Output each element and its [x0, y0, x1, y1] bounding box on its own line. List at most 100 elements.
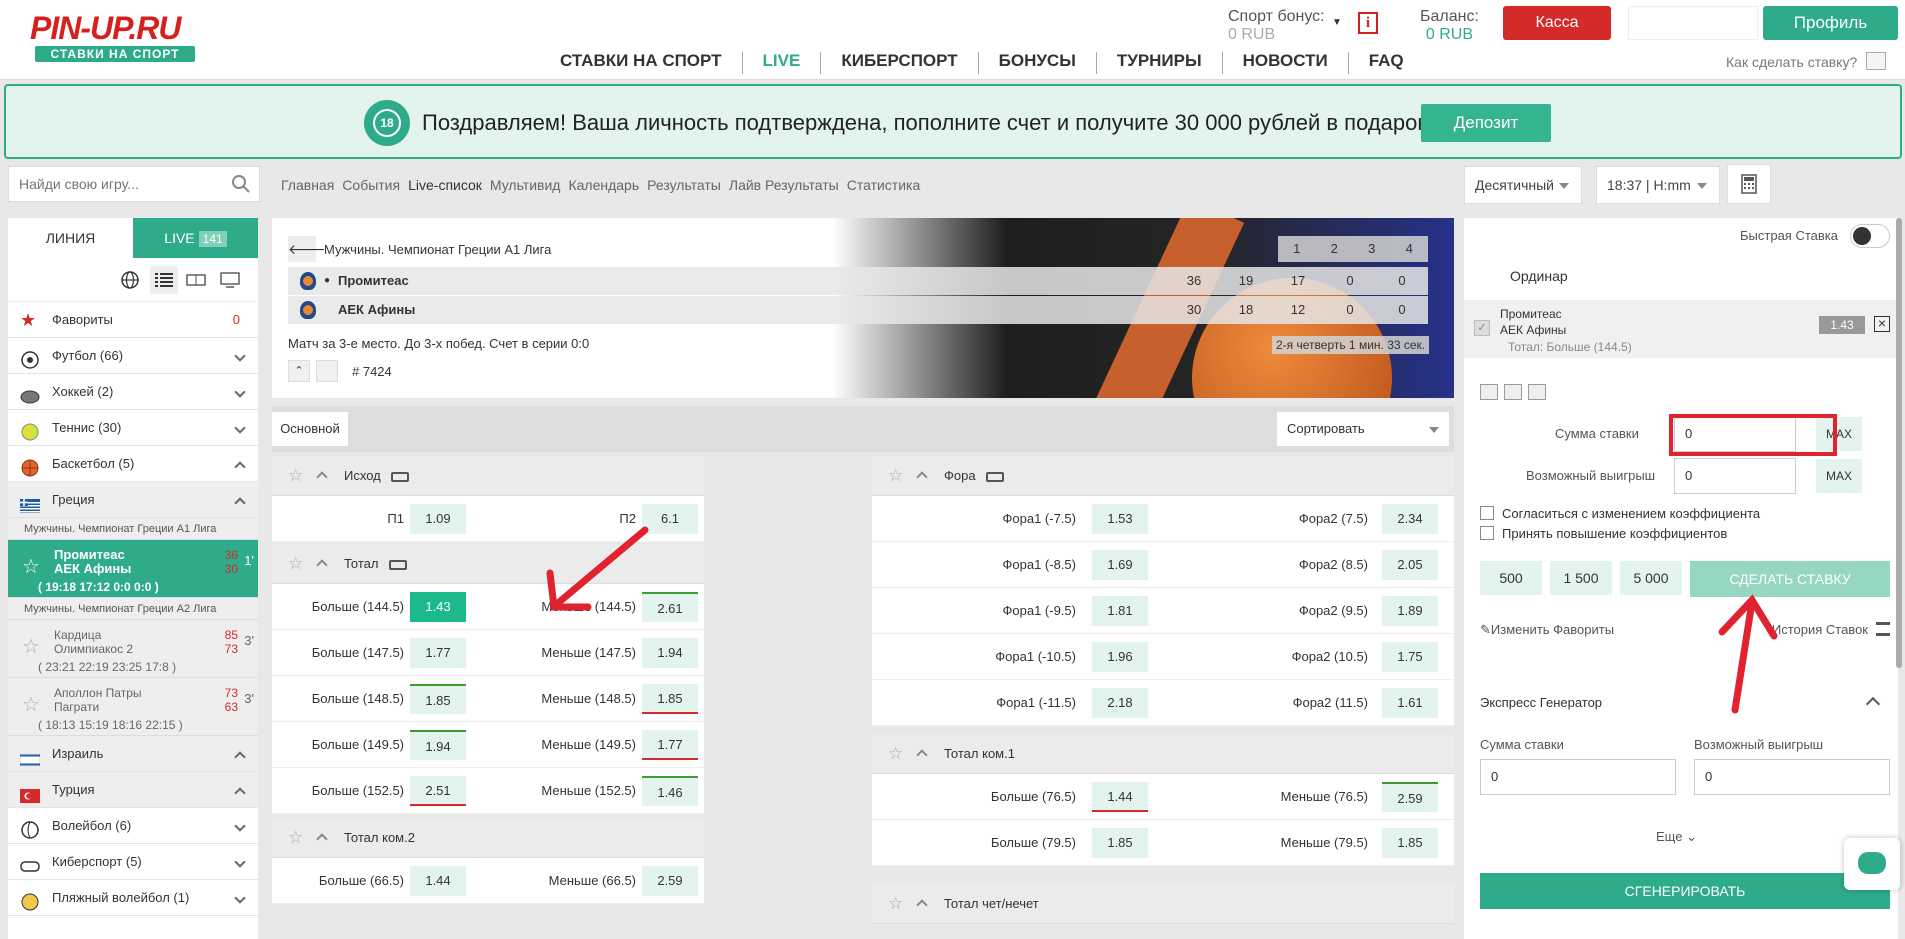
quick-amount-5000[interactable]: 5 000 [1620, 561, 1682, 595]
agree-checkbox[interactable] [1480, 506, 1494, 520]
odds-button[interactable]: 1.44 [1092, 782, 1148, 812]
delete-all-icon[interactable] [1528, 384, 1546, 400]
tab-live[interactable]: LIVE 141 [133, 218, 258, 258]
accept-checkbox[interactable] [1480, 526, 1494, 540]
subnav-main[interactable]: Главная [281, 177, 334, 193]
odds-button[interactable]: 2.34 [1382, 504, 1438, 534]
sport-volleyball[interactable]: Волейбол (6) [8, 808, 258, 844]
odds-button-selected[interactable]: 1.43 [410, 592, 466, 622]
odds-button[interactable]: 1.85 [1382, 828, 1438, 858]
live-match-active[interactable]: ☆ Промитеас АЕК Афины ( 19:18 17:12 0:0 0… [8, 540, 258, 598]
sport-hockey[interactable]: Хоккей (2) [8, 374, 258, 410]
star-icon[interactable]: ☆ [888, 456, 903, 496]
market-header[interactable]: ☆ Исход [272, 456, 704, 496]
favorite-star-icon[interactable]: ☆ [22, 554, 40, 579]
subnav-live-list[interactable]: Live-список [408, 177, 482, 193]
nav-tournaments[interactable]: ТУРНИРЫ [1097, 52, 1223, 74]
odds-button[interactable]: 1.77 [642, 730, 698, 760]
chevron-up-icon[interactable] [1865, 696, 1881, 712]
quick-amount-1500[interactable]: 1 500 [1550, 561, 1612, 595]
odds-button[interactable]: 2.59 [642, 866, 698, 896]
nav-bonuses[interactable]: БОНУСЫ [979, 52, 1097, 74]
express-win-input[interactable]: 0 [1694, 759, 1890, 795]
odds-button[interactable]: 1.81 [1092, 596, 1148, 626]
odds-button[interactable]: 2.05 [1382, 550, 1438, 580]
list-view-icon[interactable] [150, 266, 178, 294]
subnav-multiview[interactable]: Мультивид [490, 177, 561, 193]
odds-button[interactable]: 2.61 [642, 592, 698, 622]
globe-icon[interactable] [116, 266, 144, 294]
logo[interactable]: PIN-UP.RU СТАВКИ НА СПОРТ [30, 10, 200, 66]
collapse-icon[interactable]: ⌃ [288, 360, 310, 382]
back-arrow-icon[interactable]: 🡐 [288, 236, 326, 262]
star-icon[interactable]: ☆ [888, 884, 903, 924]
odds-button[interactable]: 1.94 [410, 730, 466, 760]
market-header[interactable]: ☆ Тотал ком.2 [272, 818, 704, 858]
odds-button[interactable]: 1.96 [1092, 642, 1148, 672]
more-toggle[interactable]: Еще ⌄ [1656, 829, 1697, 845]
tv-icon[interactable] [216, 266, 244, 294]
tab-main-markets[interactable]: Основной [272, 412, 348, 446]
check-all-icon[interactable] [1480, 384, 1498, 400]
live-match[interactable]: ☆ Кардица Олимпиакос 2 ( 23:21 22:19 23:2… [8, 620, 258, 678]
search-input[interactable] [9, 167, 229, 201]
win-max-button[interactable]: MAX [1816, 459, 1862, 493]
odds-button[interactable]: 1.46 [642, 776, 698, 806]
single-bet-tab[interactable]: Ординар [1510, 268, 1568, 284]
odds-button[interactable]: 1.44 [410, 866, 466, 896]
sport-favorites[interactable]: ★ Фавориты 0 [8, 302, 258, 338]
subnav-calendar[interactable]: Календарь [568, 177, 639, 193]
express-stake-input[interactable]: 0 [1480, 759, 1676, 795]
live-match[interactable]: ☆ Аполлон Патры Пагрaти ( 18:13 15:19 18:… [8, 678, 258, 736]
odds-button[interactable]: 2.51 [410, 776, 466, 806]
checkbox-icon[interactable]: ✓ [1474, 320, 1490, 336]
market-header[interactable]: ☆ Фора [872, 456, 1454, 496]
odds-format-select[interactable]: Десятичный [1464, 166, 1582, 204]
nav-news[interactable]: НОВОСТИ [1223, 52, 1349, 74]
chat-icon[interactable] [1844, 838, 1900, 890]
profile-name-field[interactable] [1628, 6, 1758, 40]
bonus-dropdown-icon[interactable]: ▼ [1332, 17, 1342, 28]
odds-button[interactable]: 1.85 [642, 684, 698, 714]
how-to-bet-link[interactable]: Как сделать ставку? [1726, 54, 1857, 70]
tab-line[interactable]: ЛИНИЯ [8, 218, 133, 258]
sort-select[interactable]: Сортировать [1277, 412, 1449, 446]
kassa-button[interactable]: Касса [1503, 6, 1611, 40]
edit-favorites-link[interactable]: ✎Изменить Фавориты [1480, 622, 1614, 638]
subnav-events[interactable]: События [342, 177, 400, 193]
sport-bonus[interactable]: Спорт бонус: 0 RUB [1228, 8, 1325, 44]
favorite-star-icon[interactable]: ☆ [22, 692, 40, 717]
star-icon[interactable]: ☆ [888, 734, 903, 774]
help-video-icon[interactable] [1866, 52, 1886, 70]
close-icon[interactable]: × [1874, 316, 1890, 332]
copy-icon[interactable] [1504, 384, 1522, 400]
star-icon[interactable]: ☆ [288, 456, 303, 496]
generate-button[interactable]: СГЕНЕРИРОВАТЬ [1480, 873, 1890, 909]
menu-icon[interactable] [1876, 622, 1890, 636]
country-turkey[interactable]: Турция [8, 772, 258, 808]
win-input[interactable]: 0 [1674, 458, 1796, 494]
market-header[interactable]: ☆ Тотал ком.1 [872, 734, 1454, 774]
nav-esports[interactable]: КИБЕРСПОРТ [821, 52, 979, 74]
sport-beach-volleyball[interactable]: Пляжный волейбол (1) [8, 880, 258, 916]
deposit-button[interactable]: Депозит [1421, 104, 1551, 142]
time-format-select[interactable]: 18:37 | H:mm [1596, 166, 1720, 204]
scoreboard-icon[interactable] [182, 266, 210, 294]
favorite-star-icon[interactable]: ☆ [22, 634, 40, 659]
odds-button[interactable]: 1.75 [1382, 642, 1438, 672]
odds-button[interactable]: 1.94 [642, 638, 698, 668]
odds-button[interactable]: 1.61 [1382, 688, 1438, 718]
country-israel[interactable]: Израиль [8, 736, 258, 772]
sport-basketball[interactable]: Баскетбол (5) [8, 446, 258, 482]
quick-amount-500[interactable]: 500 [1480, 561, 1542, 595]
country-greece[interactable]: Греция [8, 482, 258, 518]
scrollbar[interactable] [1896, 218, 1902, 668]
market-header[interactable]: ☆ Тотал чет/нечет [872, 884, 1454, 924]
odds-button[interactable]: 6.1 [642, 504, 698, 534]
sport-esports[interactable]: Киберспорт (5) [8, 844, 258, 880]
nav-faq[interactable]: FAQ [1349, 52, 1424, 74]
stats-icon[interactable] [316, 360, 338, 382]
star-icon[interactable]: ☆ [288, 818, 303, 858]
odds-button[interactable]: 2.59 [1382, 782, 1438, 812]
odds-button[interactable]: 1.53 [1092, 504, 1148, 534]
